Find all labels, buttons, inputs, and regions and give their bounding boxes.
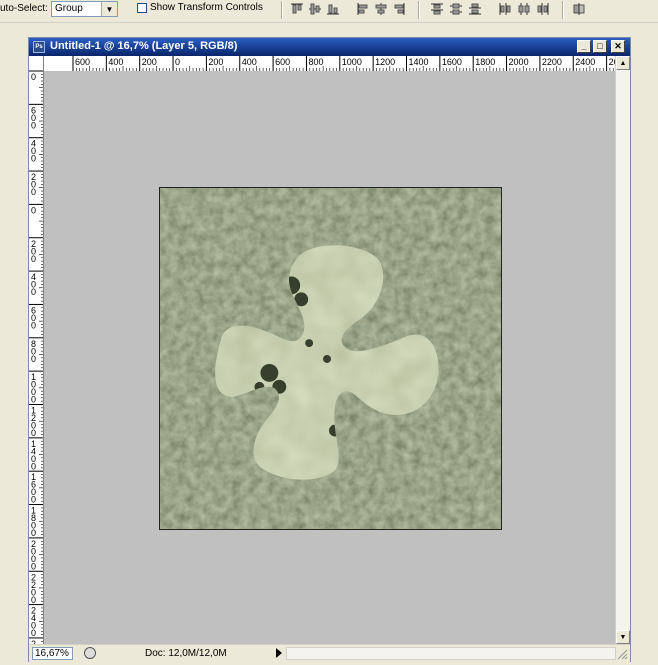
show-transform-label[interactable]: Show Transform Controls: [150, 2, 263, 13]
h-ruler-label: 1800: [475, 57, 495, 67]
minimize-icon[interactable]: _: [577, 40, 591, 53]
v-ruler-label-digit: 0: [31, 205, 36, 215]
distribute-hcenter-icon[interactable]: [517, 2, 531, 16]
v-ruler-label-digit: 0: [31, 395, 36, 405]
v-ruler-label-digit: 0: [31, 461, 36, 471]
h-ruler-label: 2200: [542, 57, 562, 67]
h-ruler-label: 400: [108, 57, 123, 67]
ruler-origin-corner[interactable]: [29, 56, 44, 71]
h-ruler-label: 2000: [509, 57, 529, 67]
h-ruler-label: 200: [208, 57, 223, 67]
v-ruler-label-digit: 0: [31, 154, 36, 164]
h-ruler-label: 800: [308, 57, 323, 67]
horizontal-ruler[interactable]: 600 400 200 0 200 400 600 800 1000 1200 1400 1600 18…: [44, 56, 615, 72]
h-ruler-label: 1600: [442, 57, 462, 67]
document-window: Ps Untitled-1 @ 16,7% (Layer 5, RGB/8) _…: [28, 37, 631, 662]
doc-size-info: Doc: 12,0M/12,0M: [145, 648, 227, 659]
document-title: Untitled-1 @ 16,7% (Layer 5, RGB/8): [50, 40, 238, 52]
close-icon[interactable]: ✕: [611, 40, 625, 53]
distribute-top-icon[interactable]: [430, 2, 444, 16]
separator: [281, 1, 283, 19]
v-ruler-label-digit: 0: [31, 254, 36, 264]
h-ruler-label: 1200: [375, 57, 395, 67]
separator: [562, 1, 564, 19]
canvas-area: [44, 71, 615, 644]
h-ruler-label: 600: [275, 57, 290, 67]
align-right-icon[interactable]: [392, 2, 406, 16]
align-top-icon[interactable]: [290, 2, 304, 16]
h-ruler-label: 1400: [409, 57, 429, 67]
v-ruler-label-digit: 0: [31, 628, 36, 638]
vertical-ruler[interactable]: 0600400200020040060080010001200140016001…: [29, 71, 44, 644]
zoom-preview-icon[interactable]: [84, 647, 96, 659]
v-ruler-label-digit: 0: [31, 561, 36, 571]
status-menu-arrow-icon[interactable]: [276, 648, 282, 658]
separator: [418, 1, 420, 19]
resize-grip-icon[interactable]: [615, 647, 628, 660]
title-bar[interactable]: Ps Untitled-1 @ 16,7% (Layer 5, RGB/8) _…: [29, 38, 630, 56]
v-ruler-label-digit: 0: [31, 595, 36, 605]
horizontal-scrollbar[interactable]: [286, 647, 616, 660]
photoshop-doc-icon: Ps: [33, 41, 45, 53]
distribute-left-icon[interactable]: [498, 2, 512, 16]
h-ruler-label: 600: [75, 57, 90, 67]
h-ruler-label: 200: [142, 57, 157, 67]
auto-select-dropdown[interactable]: Group ▼: [51, 1, 118, 17]
distribute-vcenter-icon[interactable]: [449, 2, 463, 16]
v-ruler-label-digit: 0: [31, 528, 36, 538]
status-bar: 16,67% Doc: 12,0M/12,0M: [29, 644, 630, 662]
artwork-layer[interactable]: [159, 187, 502, 530]
zoom-field[interactable]: 16,67%: [32, 647, 73, 660]
distribute-right-icon[interactable]: [536, 2, 550, 16]
v-ruler-label-digit: 0: [31, 428, 36, 438]
show-transform-checkbox[interactable]: [137, 3, 147, 13]
h-ruler-label: 0: [175, 57, 180, 67]
scroll-down-icon[interactable]: ▼: [616, 630, 630, 644]
v-ruler-label-digit: 0: [31, 320, 36, 330]
chevron-down-icon[interactable]: ▼: [101, 2, 117, 16]
h-ruler-label: 400: [242, 57, 257, 67]
v-ruler-label-digit: 0: [31, 287, 36, 297]
align-hcenter-icon[interactable]: [374, 2, 388, 16]
align-vcenter-icon[interactable]: [308, 2, 322, 16]
auto-select-label: uto-Select:: [0, 3, 48, 14]
options-bar: uto-Select: Group ▼ Show Transform Contr…: [0, 0, 658, 23]
auto-align-icon[interactable]: [572, 2, 586, 16]
maximize-icon[interactable]: □: [593, 40, 607, 53]
v-ruler-label-digit: 0: [31, 72, 36, 82]
scroll-up-icon[interactable]: ▲: [616, 56, 630, 70]
v-ruler-label-digit: 0: [31, 187, 36, 197]
h-ruler-label: 2400: [575, 57, 595, 67]
distribute-bottom-icon[interactable]: [468, 2, 482, 16]
v-ruler-label-digit: 0: [31, 354, 36, 364]
h-ruler-label: 1000: [342, 57, 362, 67]
align-left-icon[interactable]: [356, 2, 370, 16]
v-ruler-label-digit: 0: [31, 120, 36, 130]
align-bottom-icon[interactable]: [326, 2, 340, 16]
auto-select-value: Group: [55, 3, 83, 14]
vertical-scrollbar[interactable]: ▲ ▼: [615, 56, 630, 644]
v-ruler-label-digit: 0: [31, 495, 36, 505]
